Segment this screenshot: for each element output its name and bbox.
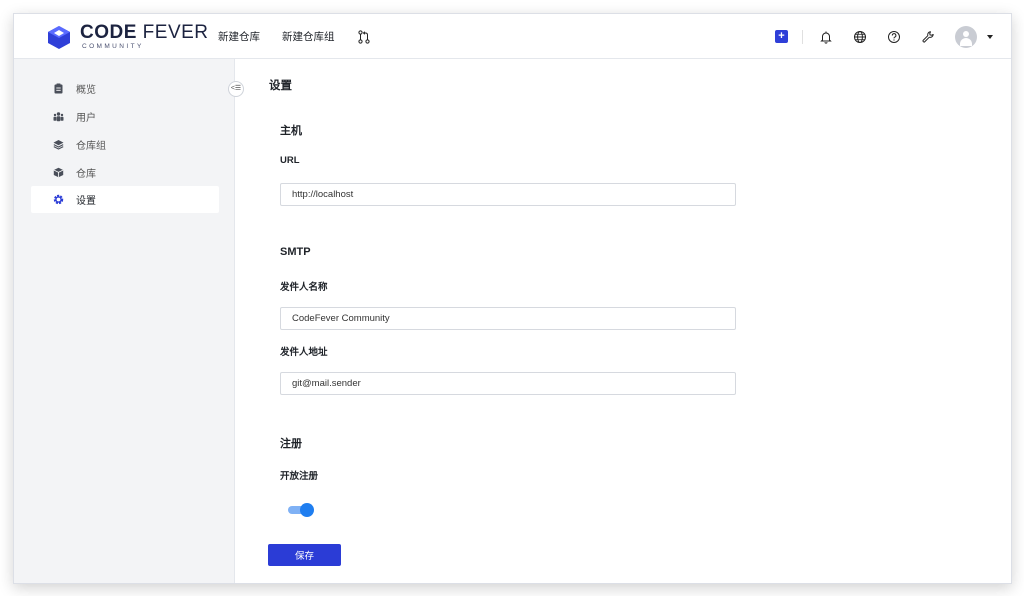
chevron-down-icon[interactable] xyxy=(987,34,993,39)
sidebar-item-label: 仓库组 xyxy=(76,141,106,152)
layers-icon xyxy=(53,140,64,150)
gear-icon xyxy=(53,194,64,205)
smtp-section-title: SMTP xyxy=(280,246,311,258)
logo-subtitle: COMMUNITY xyxy=(82,43,144,50)
sidebar-item-overview[interactable]: 概览 xyxy=(31,75,219,102)
top-nav: 新建仓库 新建仓库组 xyxy=(218,14,371,59)
help-icon[interactable] xyxy=(887,30,901,44)
new-repo-group-link[interactable]: 新建仓库组 xyxy=(282,29,335,44)
sidebar-item-label: 概览 xyxy=(76,85,96,96)
register-section-title: 注册 xyxy=(280,438,302,450)
sidebar-collapse-button[interactable]: <☰ xyxy=(228,81,244,97)
users-icon xyxy=(53,112,64,122)
open-register-label: 开放注册 xyxy=(280,471,319,482)
git-pull-request-icon[interactable] xyxy=(357,29,371,44)
logo[interactable]: CODE FEVER COMMUNITY xyxy=(46,23,209,51)
save-button[interactable]: 保存 xyxy=(268,544,341,566)
open-register-toggle[interactable] xyxy=(288,503,314,517)
top-right-actions: + xyxy=(775,14,993,59)
url-input[interactable] xyxy=(280,183,736,206)
bell-icon[interactable] xyxy=(819,30,833,44)
sidebar-item-label: 设置 xyxy=(76,196,96,207)
codefever-logo-icon xyxy=(48,25,70,49)
sender-address-input[interactable] xyxy=(280,372,736,395)
sender-name-label: 发件人名称 xyxy=(280,282,328,293)
sidebar: 概览 用户 仓库组 仓库 设置 xyxy=(14,59,235,583)
settings-main: 设置 主机 URL SMTP 发件人名称 发件人地址 注册 开放注册 保存 xyxy=(235,59,1011,583)
sidebar-item-repo-groups[interactable]: 仓库组 xyxy=(31,131,219,158)
app-window: CODE FEVER COMMUNITY 新建仓库 新建仓库组 + 概览 用户 … xyxy=(13,13,1012,584)
page-title: 设置 xyxy=(269,80,292,92)
globe-icon[interactable] xyxy=(853,30,867,44)
sender-name-input[interactable] xyxy=(280,307,736,330)
new-repo-link[interactable]: 新建仓库 xyxy=(218,29,260,44)
toolbar-divider xyxy=(802,29,803,44)
top-navbar: CODE FEVER COMMUNITY 新建仓库 新建仓库组 + xyxy=(14,14,1011,59)
wrench-icon[interactable] xyxy=(921,30,935,44)
sidebar-item-repos[interactable]: 仓库 xyxy=(31,159,219,186)
box-icon xyxy=(53,167,64,178)
avatar[interactable] xyxy=(955,25,977,48)
plus-square-icon[interactable]: + xyxy=(775,30,788,43)
sidebar-item-label: 用户 xyxy=(76,113,96,124)
host-section-title: 主机 xyxy=(280,125,302,137)
sidebar-item-users[interactable]: 用户 xyxy=(31,103,219,130)
sidebar-item-settings[interactable]: 设置 xyxy=(31,186,219,213)
logo-title: CODE FEVER xyxy=(80,22,209,43)
url-label: URL xyxy=(280,155,300,166)
sender-address-label: 发件人地址 xyxy=(280,347,328,358)
clipboard-icon xyxy=(54,83,63,94)
sidebar-item-label: 仓库 xyxy=(76,169,96,180)
